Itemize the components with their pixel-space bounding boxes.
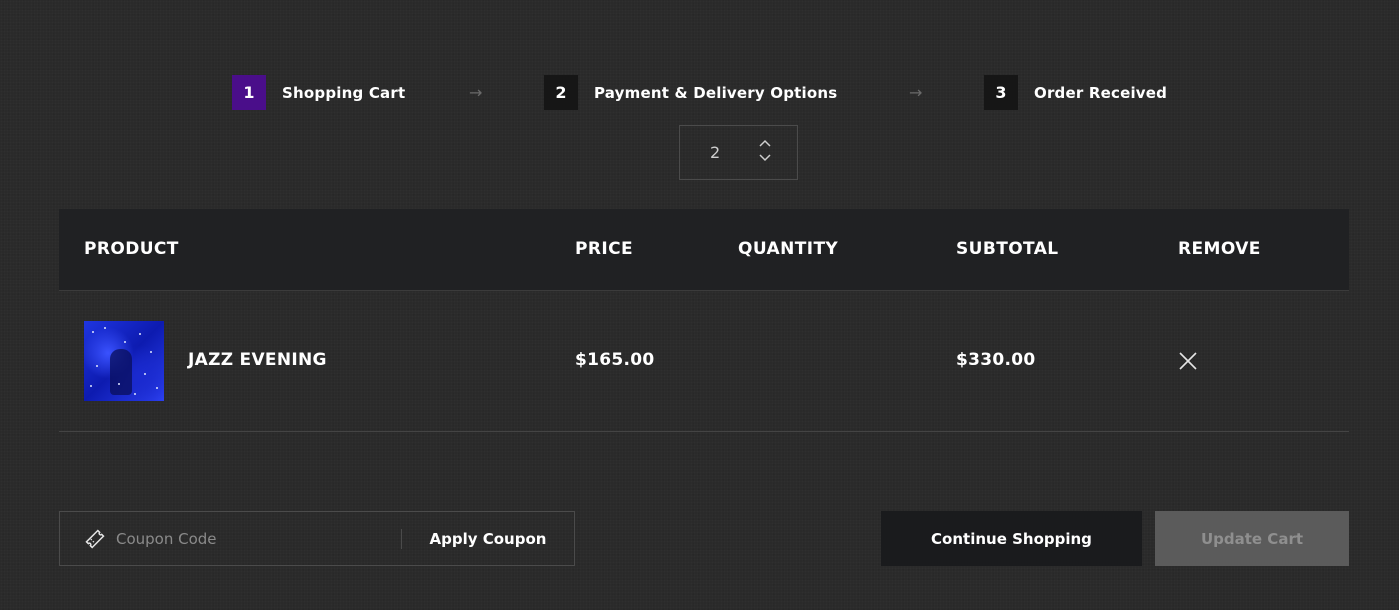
header-remove: REMOVE bbox=[1178, 239, 1261, 259]
arrow-right-icon: → bbox=[469, 83, 483, 102]
chevron-down-icon[interactable] bbox=[758, 153, 772, 165]
product-name[interactable]: JAZZ EVENING bbox=[188, 350, 327, 370]
checkout-steps: 1 Shopping Cart → 2 Payment & Delivery O… bbox=[0, 75, 1399, 110]
step-label: Payment & Delivery Options bbox=[594, 83, 838, 102]
coupon-form: Apply Coupon bbox=[59, 511, 575, 566]
header-quantity: QUANTITY bbox=[738, 239, 839, 259]
step-label: Shopping Cart bbox=[282, 83, 406, 102]
step-number: 3 bbox=[984, 75, 1018, 110]
product-price: $165.00 bbox=[575, 350, 655, 370]
coupon-input[interactable] bbox=[116, 524, 396, 554]
chevron-up-icon[interactable] bbox=[758, 138, 772, 150]
quantity-value[interactable]: 2 bbox=[710, 143, 720, 162]
header-subtotal: SUBTOTAL bbox=[956, 239, 1059, 259]
cart-table: PRODUCT PRICE QUANTITY SUBTOTAL REMOVE J… bbox=[59, 209, 1349, 432]
product-thumbnail[interactable] bbox=[84, 321, 164, 401]
header-product: PRODUCT bbox=[84, 239, 179, 259]
update-cart-button[interactable]: Update Cart bbox=[1155, 511, 1349, 566]
step-payment-delivery[interactable]: 2 Payment & Delivery Options bbox=[544, 75, 837, 110]
step-number: 1 bbox=[232, 75, 266, 110]
apply-coupon-button[interactable]: Apply Coupon bbox=[402, 512, 574, 565]
step-order-received[interactable]: 3 Order Received bbox=[984, 75, 1167, 110]
arrow-right-icon: → bbox=[909, 83, 923, 102]
product-subtotal: $330.00 bbox=[956, 350, 1036, 370]
quantity-stepper[interactable]: 2 bbox=[679, 125, 798, 180]
ticket-icon bbox=[84, 528, 106, 550]
close-icon[interactable] bbox=[1177, 350, 1199, 372]
table-row: JAZZ EVENING $165.00 $330.00 bbox=[59, 291, 1349, 432]
step-label: Order Received bbox=[1034, 83, 1168, 102]
continue-shopping-button[interactable]: Continue Shopping bbox=[881, 511, 1142, 566]
table-header: PRODUCT PRICE QUANTITY SUBTOTAL REMOVE bbox=[59, 209, 1349, 291]
step-shopping-cart[interactable]: 1 Shopping Cart bbox=[232, 75, 405, 110]
header-price: PRICE bbox=[575, 239, 633, 259]
step-number: 2 bbox=[544, 75, 578, 110]
